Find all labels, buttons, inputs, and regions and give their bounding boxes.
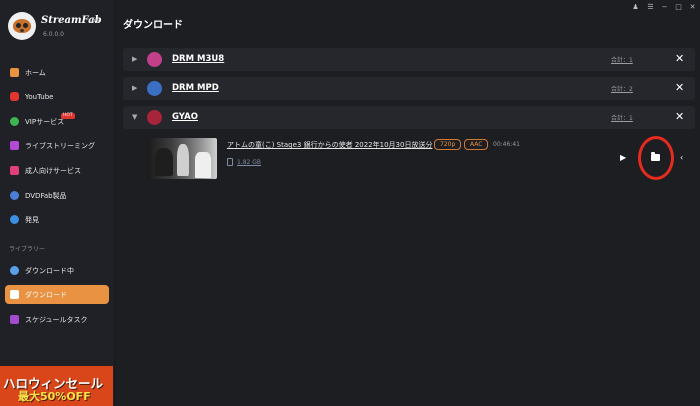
drm-mpd-icon — [147, 81, 162, 96]
downloaded-icon — [10, 290, 19, 299]
sidebar-item-discover[interactable]: 発見 — [5, 210, 109, 229]
brand: StreamFab x64 6.0.0.0 — [8, 10, 113, 44]
library-section-label: ライブラリー — [9, 246, 46, 253]
sidebar-item-vip[interactable]: VIPサービス HOT — [5, 112, 109, 131]
sidebar-item-downloading[interactable]: ダウンロード中 — [5, 261, 109, 280]
group-gyao[interactable]: ▼ GYAO 合計：1 ✕ — [123, 106, 695, 129]
chevron-right-icon[interactable]: ▶ — [132, 55, 137, 63]
key-icon — [10, 117, 19, 126]
sidebar-item-label: ホーム — [25, 68, 46, 77]
sidebar-item-label: ライブストリーミング — [25, 141, 95, 150]
close-icon[interactable]: ✕ — [675, 81, 684, 94]
sidebar-item-adult[interactable]: 成人向けサービス — [5, 161, 109, 180]
sidebar: StreamFab x64 6.0.0.0 ホーム YouTube VIPサービ… — [0, 0, 115, 406]
halloween-sale-banner[interactable]: ハロウィンセール 最大50%OFF — [0, 366, 113, 406]
play-icon[interactable]: ▶ — [620, 153, 626, 162]
close-icon[interactable]: ✕ — [688, 3, 697, 11]
group-count: 合計：1 — [611, 57, 633, 64]
group-drm-mpd[interactable]: ▶ DRM MPD 合計：2 ✕ — [123, 77, 695, 100]
sidebar-item-label: スケジュールタスク — [25, 315, 88, 324]
app-arch: x64 — [88, 17, 100, 24]
file-size[interactable]: 1.82 GB — [237, 159, 261, 166]
sidebar-item-dvdfab[interactable]: DVDFab製品 — [5, 186, 109, 205]
close-icon[interactable]: ✕ — [675, 110, 684, 123]
video-thumbnail[interactable] — [147, 138, 217, 179]
chevron-left-icon[interactable]: ‹ — [680, 153, 683, 162]
schedule-icon — [10, 315, 19, 324]
downloading-icon — [10, 266, 19, 275]
group-name[interactable]: DRM M3U8 — [172, 54, 224, 64]
group-count: 合計：2 — [611, 86, 633, 93]
item-title[interactable]: アトムの童(こ) Stage3 銀行からの使者 2022年10月30日放送分 — [227, 140, 432, 150]
download-item: アトムの童(こ) Stage3 銀行からの使者 2022年10月30日放送分 7… — [123, 133, 695, 183]
dvdfab-icon — [10, 191, 19, 200]
home-icon — [10, 68, 19, 77]
discover-icon — [10, 215, 19, 224]
adult-service-icon — [10, 166, 19, 175]
sidebar-item-label: ダウンロード中 — [25, 266, 74, 275]
youtube-icon — [10, 92, 19, 101]
sidebar-item-label: ダウンロード — [25, 290, 67, 299]
chevron-down-icon[interactable]: ▼ — [132, 113, 137, 121]
group-name[interactable]: GYAO — [172, 112, 198, 122]
sidebar-item-label: VIPサービス — [25, 117, 65, 126]
quality-tag: 720p — [434, 139, 462, 150]
group-drm-m3u8[interactable]: ▶ DRM M3U8 合計：1 ✕ — [123, 48, 695, 71]
sidebar-item-youtube[interactable]: YouTube — [5, 87, 109, 106]
sidebar-item-label: 成人向けサービス — [25, 166, 81, 175]
live-stream-icon — [10, 141, 19, 150]
sidebar-item-downloaded[interactable]: ダウンロード — [5, 285, 109, 304]
theme-icon[interactable]: ♟ — [631, 3, 640, 11]
sidebar-item-home[interactable]: ホーム — [5, 63, 109, 82]
close-icon[interactable]: ✕ — [675, 52, 684, 65]
gyao-icon — [147, 110, 162, 125]
sidebar-item-label: YouTube — [25, 92, 54, 101]
drm-m3u8-icon — [147, 52, 162, 67]
streamfab-logo — [8, 12, 36, 40]
page-title: ダウンロード — [123, 20, 183, 31]
group-count: 合計：1 — [611, 115, 633, 122]
hot-badge: HOT — [61, 113, 75, 119]
minimize-icon[interactable]: − — [660, 3, 669, 11]
chevron-right-icon[interactable]: ▶ — [132, 84, 137, 92]
sidebar-item-schedule[interactable]: スケジュールタスク — [5, 310, 109, 329]
duration: 00:46:41 — [493, 141, 520, 148]
sidebar-item-label: DVDFab製品 — [25, 191, 67, 200]
sidebar-item-label: 発見 — [25, 215, 39, 224]
open-folder-icon[interactable] — [651, 152, 660, 161]
codec-tag: AAC — [464, 139, 489, 150]
promo-discount: 最大50%OFF — [18, 390, 91, 403]
menu-icon[interactable]: ☰ — [646, 3, 655, 11]
maximize-icon[interactable]: □ — [674, 3, 683, 11]
app-version: 6.0.0.0 — [43, 31, 64, 38]
file-icon — [227, 158, 233, 166]
group-name[interactable]: DRM MPD — [172, 83, 219, 93]
sidebar-item-live-streaming[interactable]: ライブストリーミング — [5, 136, 109, 155]
